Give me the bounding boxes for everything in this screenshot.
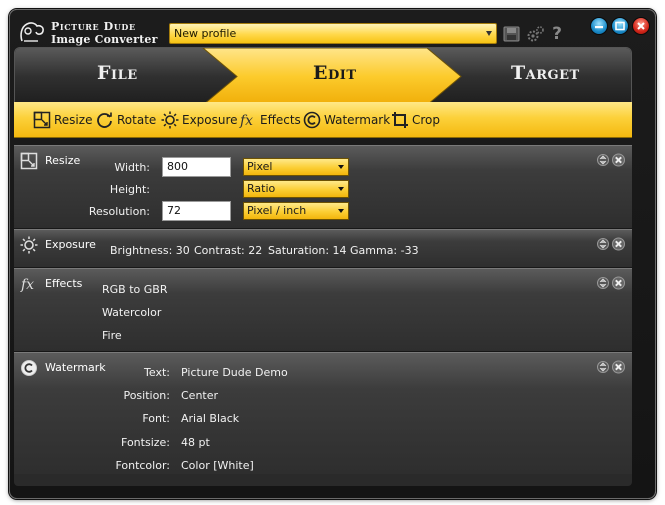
profile-select[interactable]: New profile	[169, 23, 497, 44]
watermark-icon	[21, 360, 37, 376]
watermark-icon	[303, 111, 321, 129]
watermark-text-label: Text:	[144, 366, 170, 379]
watermark-position-label: Position:	[123, 389, 170, 402]
remove-icon[interactable]	[612, 276, 625, 290]
reorder-icon[interactable]	[597, 276, 609, 290]
save-icon[interactable]	[502, 24, 522, 44]
content-bottom-edge	[14, 474, 632, 486]
exposure-icon	[20, 236, 38, 254]
step-file[interactable]: File	[97, 62, 138, 84]
width-input[interactable]: 800	[162, 157, 231, 177]
effects-title: Effects	[45, 277, 83, 290]
settings-icon[interactable]	[525, 24, 545, 44]
watermark-fontsize-value: 48 pt	[181, 436, 210, 449]
maximize-button[interactable]	[611, 17, 629, 35]
resize-icon	[33, 111, 51, 129]
svg-text:fx: fx	[239, 113, 253, 129]
brightness-value: Brightness: 30	[110, 244, 190, 257]
tool-effects-label: Effects	[260, 113, 301, 127]
remove-icon[interactable]	[612, 237, 625, 251]
help-icon[interactable]: ?	[547, 24, 567, 44]
svg-text:fx: fx	[20, 277, 34, 293]
edit-toolbar: Resize Rotate Exposure fx Effects Waterm…	[14, 102, 632, 138]
resize-controls	[597, 153, 625, 167]
chevron-down-icon	[338, 165, 344, 169]
height-label: Height:	[109, 183, 150, 196]
crop-icon	[392, 112, 408, 128]
watermark-panel: Watermark Text: Picture Dude Demo Positi…	[14, 352, 632, 474]
step-edit[interactable]: Edit	[313, 62, 357, 84]
tool-rotate[interactable]: Rotate	[96, 111, 156, 129]
maximize-icon	[615, 21, 625, 31]
saturation-value: Saturation: 14	[268, 244, 347, 257]
tool-exposure-label: Exposure	[182, 113, 238, 127]
effect-item: Watercolor	[102, 306, 162, 319]
effect-item: Fire	[102, 329, 122, 342]
step-target[interactable]: Target	[511, 62, 580, 84]
tool-crop-label: Crop	[412, 113, 441, 127]
reorder-icon[interactable]	[597, 237, 609, 251]
resolution-label: Resolution:	[88, 205, 150, 218]
watermark-text-value: Picture Dude Demo	[181, 366, 288, 379]
minimize-button[interactable]	[590, 17, 608, 35]
watermark-fontcolor-label: Fontcolor:	[115, 459, 170, 472]
watermark-position-value: Center	[181, 389, 219, 402]
tool-resize-label: Resize	[54, 113, 93, 127]
effects-icon: fx	[20, 277, 34, 293]
logo-mark-icon	[20, 22, 44, 42]
logo-title: Picture Dude	[51, 20, 136, 33]
resolution-input[interactable]: 72	[162, 201, 231, 221]
resize-panel: Resize Width: 800 Pixel Height: Ratio Re…	[14, 145, 632, 228]
chevron-down-icon	[486, 31, 492, 36]
rotate-icon	[97, 112, 112, 128]
tool-crop[interactable]: Crop	[391, 111, 440, 129]
tool-watermark[interactable]: Watermark	[303, 111, 390, 129]
profile-select-value: New profile	[174, 27, 237, 40]
resize-icon	[20, 152, 38, 170]
reorder-icon[interactable]	[597, 360, 609, 374]
width-unit-select[interactable]: Pixel	[243, 158, 349, 176]
gamma-value: Gamma: -33	[350, 244, 419, 257]
width-unit-value: Pixel	[247, 160, 273, 173]
close-button[interactable]	[632, 17, 650, 35]
watermark-controls	[597, 360, 625, 374]
contrast-value: Contrast: 22	[194, 244, 263, 257]
logo-subtitle: Image Converter	[51, 33, 158, 46]
chevron-down-icon	[338, 209, 344, 213]
chevron-down-icon	[338, 187, 344, 191]
width-label: Width:	[114, 161, 150, 174]
tool-rotate-label: Rotate	[117, 113, 157, 127]
app-logo: Picture Dude Image Converter	[18, 17, 157, 49]
exposure-icon	[161, 111, 179, 129]
exposure-controls	[597, 237, 625, 251]
resolution-unit-value: Pixel / inch	[247, 204, 307, 217]
exposure-panel: Exposure Brightness: 30 Contrast: 22 Sat…	[14, 229, 632, 267]
wizard-steps: File Edit Target	[14, 47, 632, 104]
watermark-fontcolor-value: Color [White]	[181, 459, 254, 472]
watermark-font-label: Font:	[142, 412, 170, 425]
height-unit-value: Ratio	[247, 182, 276, 195]
height-unit-select[interactable]: Ratio	[243, 180, 349, 198]
effects-icon: fx	[239, 113, 253, 129]
minimize-icon	[595, 26, 603, 29]
tool-effects[interactable]: fx Effects	[239, 111, 301, 129]
effect-item: RGB to GBR	[102, 283, 168, 296]
tool-exposure[interactable]: Exposure	[161, 111, 238, 129]
close-icon	[637, 22, 645, 30]
tool-resize[interactable]: Resize	[33, 111, 92, 129]
remove-icon[interactable]	[612, 153, 625, 167]
reorder-icon[interactable]	[597, 153, 609, 167]
watermark-font-value: Arial Black	[181, 412, 240, 425]
exposure-title: Exposure	[45, 238, 96, 251]
effects-controls	[597, 276, 625, 290]
remove-icon[interactable]	[612, 360, 625, 374]
tool-watermark-label: Watermark	[324, 113, 391, 127]
resolution-unit-select[interactable]: Pixel / inch	[243, 202, 349, 220]
watermark-fontsize-label: Fontsize:	[121, 436, 170, 449]
effects-panel: fx Effects RGB to GBR Watercolor Fire	[14, 268, 632, 351]
